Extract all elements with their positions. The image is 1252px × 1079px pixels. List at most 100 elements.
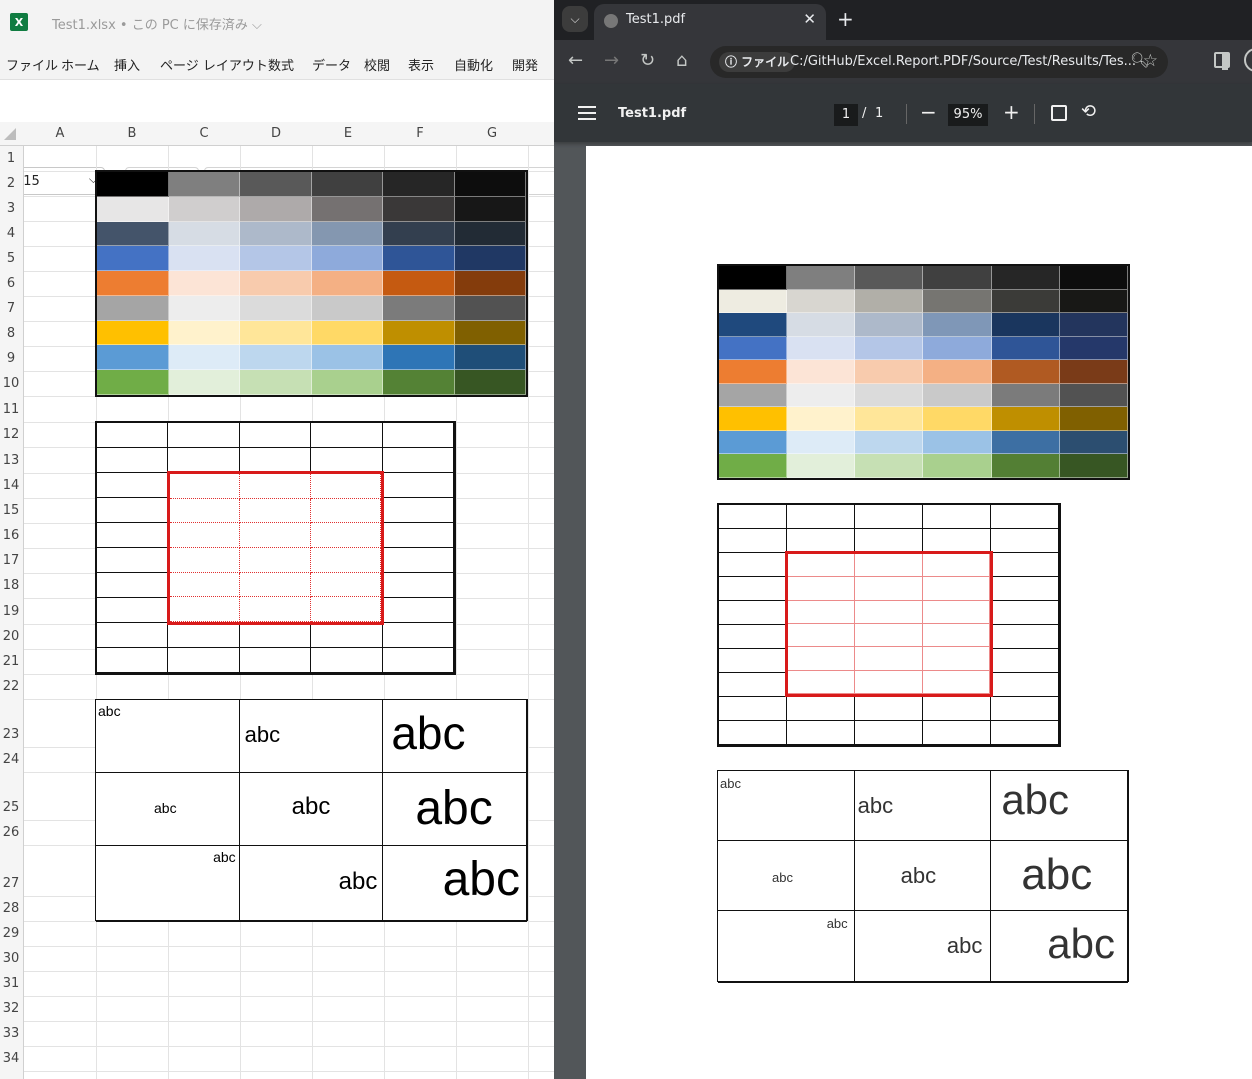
color-swatch[interactable]	[991, 407, 1060, 431]
side-panel-icon[interactable]	[1214, 52, 1230, 70]
grid-cell[interactable]	[382, 598, 454, 623]
grid-cell[interactable]	[97, 648, 169, 673]
grid-cell[interactable]	[382, 498, 454, 523]
grid-cell[interactable]	[719, 601, 787, 625]
grid-cell[interactable]	[991, 577, 1059, 601]
row-header[interactable]: 8	[0, 326, 22, 341]
menu-review[interactable]: 校閲	[364, 55, 390, 74]
fit-page-icon[interactable]	[1051, 105, 1067, 121]
color-swatch[interactable]	[991, 266, 1060, 290]
color-swatch[interactable]	[97, 271, 169, 296]
tab-search-icon[interactable]: ⌵	[562, 6, 588, 32]
col-header-c[interactable]: C	[168, 126, 240, 141]
red-cell[interactable]	[240, 474, 311, 499]
font-cell[interactable]: abc	[239, 773, 384, 846]
color-swatch[interactable]	[454, 370, 526, 395]
color-swatch[interactable]	[240, 246, 312, 272]
select-all-icon[interactable]	[4, 128, 16, 140]
url-text[interactable]: C:/GitHub/Excel.Report.PDF/Source/Test/R…	[790, 54, 1136, 69]
color-swatch[interactable]	[1059, 454, 1128, 478]
grid-cell[interactable]	[97, 498, 169, 523]
grid-cell[interactable]	[719, 673, 787, 697]
color-swatch[interactable]	[240, 370, 312, 395]
close-tab-icon[interactable]: ✕	[803, 10, 816, 28]
grid-cell[interactable]	[97, 448, 169, 473]
font-cell[interactable]: abc	[718, 771, 855, 841]
red-cell[interactable]	[922, 624, 990, 648]
color-swatch[interactable]	[787, 313, 856, 337]
color-swatch[interactable]	[855, 266, 924, 290]
color-swatch[interactable]	[787, 289, 856, 314]
color-swatch[interactable]	[383, 221, 455, 247]
color-swatch[interactable]	[991, 313, 1060, 337]
row-header[interactable]: 26	[0, 825, 22, 840]
address-bar[interactable]: ⓘ ファイル C:/GitHub/Excel.Report.PDF/Source…	[710, 46, 1168, 78]
color-swatch[interactable]	[97, 370, 169, 395]
grid-cell[interactable]	[991, 697, 1059, 721]
color-swatch[interactable]	[719, 289, 788, 314]
grid-cell[interactable]	[855, 721, 923, 745]
col-header-f[interactable]: F	[384, 126, 456, 141]
color-swatch[interactable]	[855, 313, 924, 337]
row-header[interactable]: 11	[0, 402, 22, 417]
color-swatch[interactable]	[787, 407, 856, 431]
color-swatch[interactable]	[855, 454, 924, 478]
red-cell[interactable]	[240, 572, 311, 598]
row-header[interactable]: 13	[0, 453, 22, 468]
grid-cell[interactable]	[991, 673, 1059, 697]
red-cell[interactable]	[310, 498, 381, 524]
color-swatch[interactable]	[240, 196, 312, 222]
grid-cell[interactable]	[382, 623, 454, 648]
color-swatch[interactable]	[168, 345, 240, 371]
color-swatch[interactable]	[719, 454, 788, 478]
site-info-button[interactable]: ⓘ ファイル	[719, 52, 796, 72]
red-cell[interactable]	[310, 523, 381, 548]
forward-icon[interactable]: →	[604, 50, 619, 71]
grid-cell[interactable]	[97, 623, 169, 648]
color-swatch[interactable]	[97, 320, 169, 346]
grid-cell[interactable]	[97, 523, 169, 548]
color-swatch[interactable]	[923, 289, 992, 314]
color-swatch[interactable]	[719, 383, 788, 408]
grid-cell[interactable]	[991, 529, 1059, 553]
grid-cell[interactable]	[991, 505, 1059, 529]
grid-cell[interactable]	[787, 697, 855, 721]
red-cell[interactable]	[788, 624, 856, 648]
red-cell[interactable]	[240, 498, 311, 524]
menu-home[interactable]: ホーム	[61, 55, 100, 74]
profile-icon[interactable]	[1244, 48, 1252, 72]
color-swatch[interactable]	[923, 383, 992, 408]
red-cell[interactable]	[855, 624, 923, 648]
rotate-icon[interactable]: ⟲	[1081, 101, 1096, 122]
red-cell[interactable]	[310, 474, 381, 499]
color-swatch[interactable]	[311, 271, 383, 296]
red-cell[interactable]	[788, 670, 856, 694]
row-header[interactable]: 6	[0, 276, 22, 291]
color-swatch[interactable]	[97, 221, 169, 247]
red-cell[interactable]	[310, 597, 381, 622]
menu-page-layout[interactable]: ページ レイアウト	[160, 55, 268, 74]
color-swatch[interactable]	[383, 295, 455, 321]
color-swatch[interactable]	[923, 336, 992, 361]
grid-cell[interactable]	[719, 721, 787, 745]
red-cell[interactable]	[788, 577, 856, 601]
grid-cell[interactable]	[97, 573, 169, 598]
color-swatch[interactable]	[168, 221, 240, 247]
bookmark-star-icon[interactable]: ☆	[1143, 51, 1158, 71]
color-swatch[interactable]	[240, 271, 312, 296]
grid-cell[interactable]	[311, 623, 383, 648]
color-swatch[interactable]	[311, 221, 383, 247]
red-cell[interactable]	[855, 600, 923, 624]
red-cell[interactable]	[170, 572, 241, 598]
color-swatch[interactable]	[454, 196, 526, 222]
row-header[interactable]: 10	[0, 376, 22, 391]
color-swatch[interactable]	[1059, 313, 1128, 337]
red-cell[interactable]	[788, 554, 856, 578]
red-cell[interactable]	[922, 600, 990, 624]
col-header-g[interactable]: G	[456, 126, 528, 141]
row-header[interactable]: 14	[0, 478, 22, 493]
color-swatch[interactable]	[454, 320, 526, 346]
grid-cell[interactable]	[97, 473, 169, 498]
color-swatch[interactable]	[311, 295, 383, 321]
menu-file[interactable]: ファイル	[6, 55, 58, 74]
